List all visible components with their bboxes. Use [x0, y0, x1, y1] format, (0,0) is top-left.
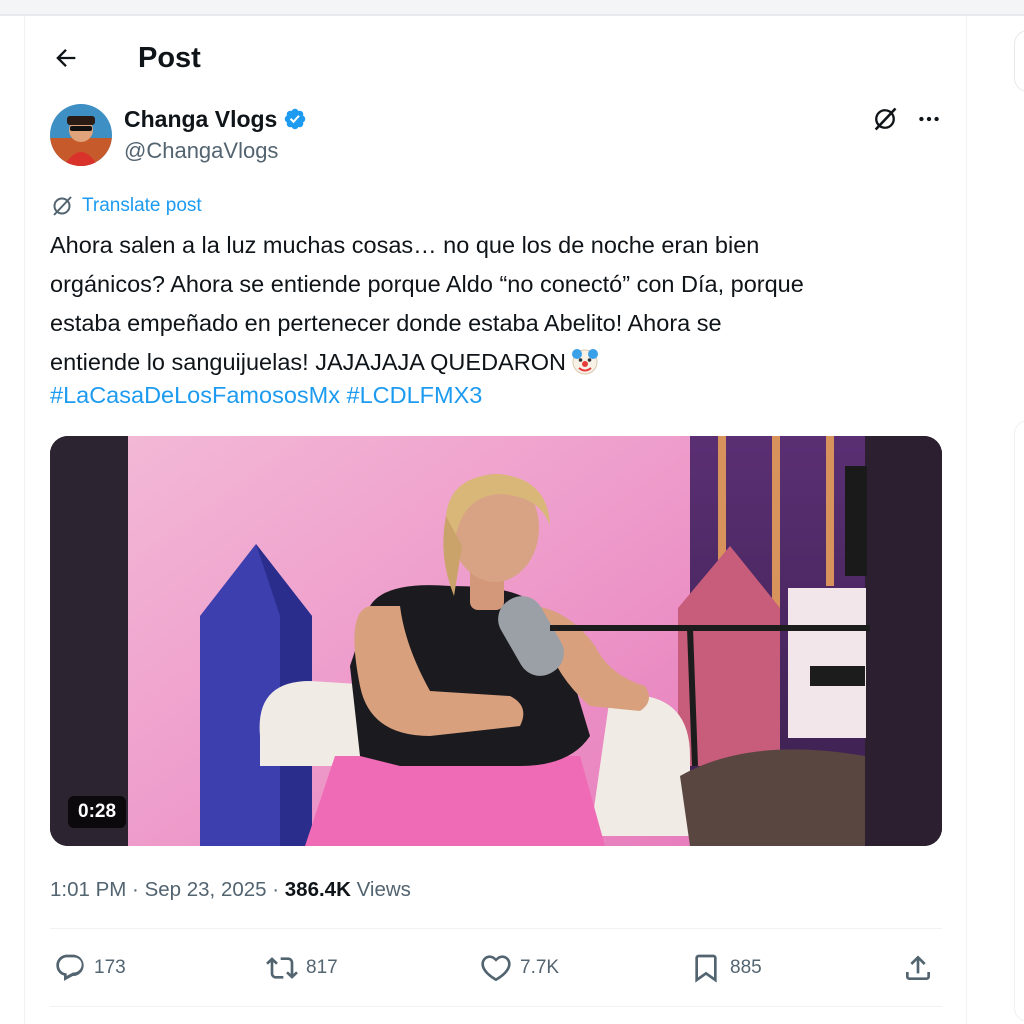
more-options-button[interactable]	[912, 102, 946, 136]
heart-icon	[481, 955, 511, 982]
arrow-left-icon	[56, 49, 76, 67]
bookmark-count: 885	[730, 957, 762, 978]
avatar[interactable]	[50, 104, 112, 166]
repost-count: 817	[306, 957, 338, 978]
divider	[50, 1006, 942, 1007]
grok-icon	[874, 107, 897, 131]
hashtag-link[interactable]: #LCDLFMX3	[347, 382, 483, 408]
browser-top-strip	[0, 0, 1024, 16]
grok-button[interactable]	[868, 102, 902, 136]
hashtag-link[interactable]: #LaCasaDeLosFamososMx	[50, 382, 340, 408]
like-count: 7.7K	[520, 957, 560, 978]
author-name-label: Changa Vlogs	[124, 106, 278, 132]
bookmark-button[interactable]: 885	[690, 948, 762, 988]
page-title: Post	[138, 42, 201, 74]
reply-count: 173	[94, 957, 126, 978]
repost-icon	[266, 957, 298, 979]
column-border	[966, 16, 967, 1024]
post-line: Ahora salen a la luz muchas cosas… no qu…	[50, 232, 760, 258]
translate-label: Translate post	[82, 195, 202, 216]
author-handle[interactable]: @ChangaVlogs	[124, 137, 278, 165]
back-button[interactable]	[50, 40, 82, 76]
post-text: Ahora salen a la luz muchas cosas… no qu…	[50, 226, 950, 382]
post-date[interactable]: Sep 23, 2025	[145, 878, 267, 901]
sidebar-card	[1014, 30, 1024, 92]
grok-translate-icon	[53, 196, 72, 216]
share-icon	[906, 955, 930, 980]
post-line-text: entiende lo sanguijuelas! JAJAJAJA QUEDA…	[50, 349, 566, 375]
views-count: 386.4K	[284, 878, 351, 901]
more-dots-icon	[919, 116, 939, 122]
video-player[interactable]: 0:28	[50, 436, 942, 846]
post-time[interactable]: 1:01 PM	[50, 878, 126, 901]
share-button[interactable]	[902, 948, 934, 988]
video-duration: 0:28	[68, 796, 127, 828]
like-button[interactable]: 7.7K	[480, 948, 559, 988]
reply-icon	[56, 954, 84, 981]
divider	[50, 928, 942, 929]
translate-post-link[interactable]: Translate post	[50, 194, 202, 218]
author-name[interactable]: Changa Vlogs	[124, 104, 307, 134]
post-meta: 1:01 PM · Sep 23, 2025 · 386.4K Views	[50, 878, 411, 901]
video-thumbnail	[50, 436, 942, 846]
sidebar-card	[1014, 420, 1024, 1022]
hashtags: #LaCasaDeLosFamososMx #LCDLFMX3	[50, 376, 482, 415]
repost-button[interactable]: 817	[266, 948, 338, 988]
reply-button[interactable]: 173	[54, 948, 126, 988]
views-label: Views	[356, 878, 411, 901]
verified-badge-icon	[285, 108, 306, 130]
clown-face-emoji-icon	[571, 349, 598, 375]
post-line: orgánicos? Ahora se entiende porque Aldo…	[50, 271, 804, 297]
post-line: estaba empeñado en pertenecer donde esta…	[50, 310, 722, 336]
column-border	[24, 16, 25, 1024]
bookmark-icon	[695, 954, 717, 983]
